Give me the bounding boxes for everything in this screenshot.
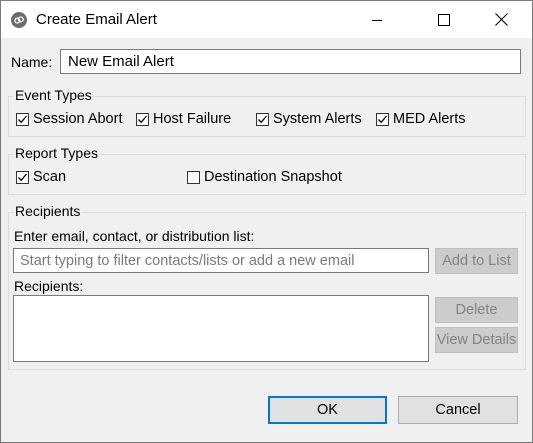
report-types-title: Report Types <box>14 145 100 161</box>
checkbox-box[interactable] <box>256 112 269 126</box>
checkbox-box[interactable] <box>187 170 200 184</box>
recipients-list-label: Recipients: <box>14 278 84 294</box>
checkbox-box[interactable] <box>16 112 29 126</box>
checkbox-host-failure[interactable]: Host Failure <box>136 111 231 127</box>
title-bar: Create Email Alert <box>1 1 532 38</box>
delete-button[interactable]: Delete <box>435 297 518 323</box>
checkbox-label: System Alerts <box>273 111 362 127</box>
checkmark-icon <box>378 115 387 123</box>
checkbox-system-alerts[interactable]: System Alerts <box>256 111 362 127</box>
recipient-search-input[interactable] <box>13 248 429 273</box>
maximize-icon <box>438 13 450 26</box>
checkmark-icon <box>258 115 267 123</box>
recipients-title: Recipients <box>14 203 82 219</box>
maximize-button[interactable] <box>421 1 467 38</box>
checkbox-box[interactable] <box>16 170 29 184</box>
checkmark-icon <box>18 115 27 123</box>
checkbox-box[interactable] <box>376 112 389 126</box>
checkbox-box[interactable] <box>136 112 149 126</box>
recipients-list[interactable] <box>13 295 429 362</box>
add-to-list-button[interactable]: Add to List <box>435 248 518 274</box>
checkbox-label: Scan <box>33 169 67 185</box>
close-icon <box>494 13 508 26</box>
app-logo-icon <box>11 12 27 28</box>
create-email-alert-dialog: Create Email Alert Name: Event Types Ses… <box>0 0 533 443</box>
checkbox-label: Destination Snapshot <box>204 169 342 185</box>
minimize-button[interactable] <box>354 1 400 38</box>
checkbox-scan[interactable]: Scan <box>16 169 66 185</box>
checkbox-label: MED Alerts <box>393 111 466 127</box>
event-types-title: Event Types <box>14 87 93 103</box>
checkbox-label: Host Failure <box>153 111 232 127</box>
checkbox-destination-snapshot[interactable]: Destination Snapshot <box>187 169 342 185</box>
name-input[interactable] <box>60 49 521 74</box>
checkbox-label: Session Abort <box>33 111 123 127</box>
view-details-button[interactable]: View Details <box>435 327 518 353</box>
cancel-button[interactable]: Cancel <box>398 396 518 424</box>
checkmark-icon <box>18 173 27 181</box>
checkbox-session-abort[interactable]: Session Abort <box>16 111 122 127</box>
minimize-icon <box>372 19 382 21</box>
checkmark-icon <box>138 115 147 123</box>
ok-button[interactable]: OK <box>268 396 387 424</box>
window-title: Create Email Alert <box>36 11 157 28</box>
name-label: Name: <box>11 54 53 70</box>
close-button[interactable] <box>478 1 524 38</box>
checkbox-med-alerts[interactable]: MED Alerts <box>376 111 466 127</box>
recipient-entry-label: Enter email, contact, or distribution li… <box>14 228 255 244</box>
